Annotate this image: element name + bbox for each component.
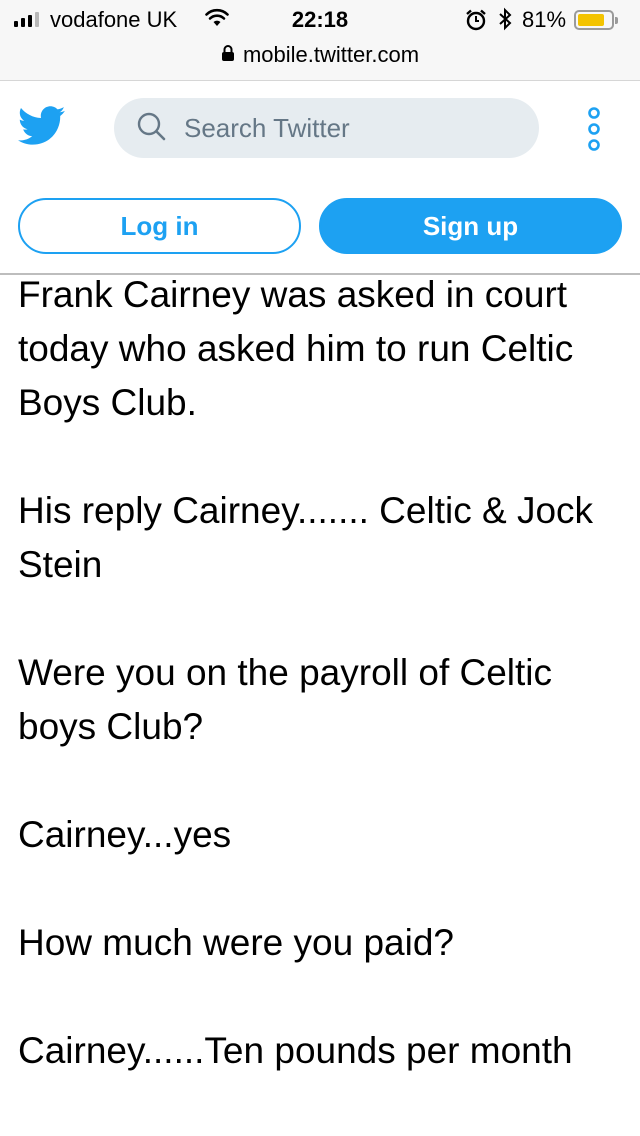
tweet-paragraph: His reply Cairney....... Celtic & Jock S…	[18, 490, 594, 585]
search-icon	[136, 111, 166, 146]
search-input[interactable]	[182, 111, 506, 145]
more-vertical-icon[interactable]	[584, 107, 604, 156]
signup-button[interactable]: Sign up	[319, 198, 622, 254]
twitter-header: Log in Sign up	[0, 81, 640, 271]
search-box[interactable]	[114, 98, 539, 158]
bluetooth-icon	[497, 7, 513, 37]
tweet-paragraph: Cairney......Ten pounds per month	[18, 1030, 573, 1071]
tweet-paragraph: Frank Cairney was asked in court today w…	[18, 274, 574, 423]
tweet-paragraph: How much were you paid?	[18, 922, 454, 963]
tweet-paragraph: Cairney...yes	[18, 814, 232, 855]
lock-icon	[221, 42, 235, 68]
status-bar: vodafone UK 22:18 81%	[0, 0, 640, 40]
browser-chrome: vodafone UK 22:18 81% mobile.twitter.com	[0, 0, 640, 81]
battery-percent: 81%	[522, 7, 567, 32]
battery-icon	[574, 10, 618, 30]
login-button[interactable]: Log in	[18, 198, 301, 254]
url-text: mobile.twitter.com	[242, 42, 420, 67]
alarm-icon	[465, 9, 487, 37]
tweet-paragraph: Were you on the payroll of Celtic boys C…	[18, 652, 553, 747]
url-bar[interactable]: mobile.twitter.com	[0, 40, 640, 70]
tweet-text: Frank Cairney was asked in court today w…	[18, 268, 628, 1132]
twitter-bird-icon[interactable]	[18, 106, 66, 151]
